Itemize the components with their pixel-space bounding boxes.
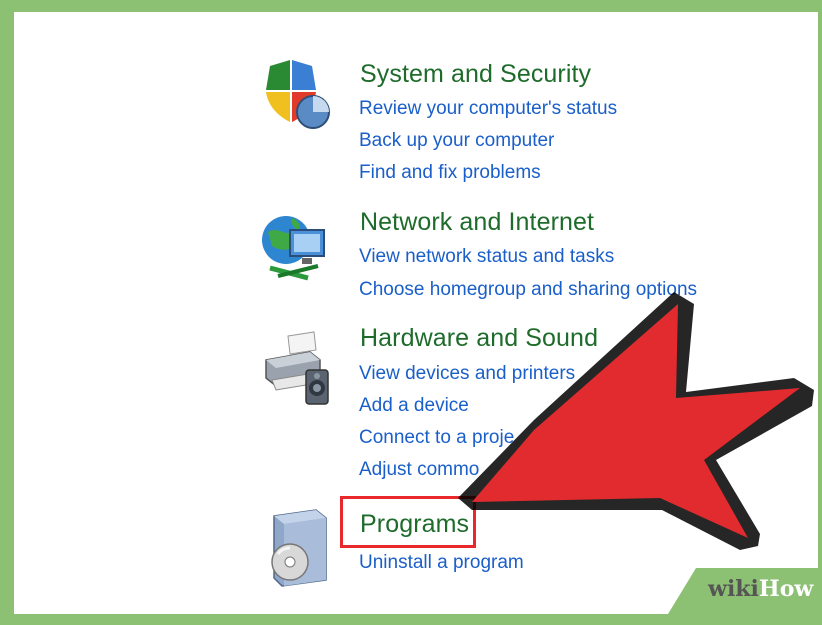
watermark-how: How (758, 576, 814, 602)
control-panel: System and Security Review your computer… (14, 12, 818, 614)
arrow-pointer (458, 292, 814, 550)
wikihow-watermark: wikiHow (668, 568, 818, 614)
watermark-wiki: wiki (708, 576, 759, 602)
